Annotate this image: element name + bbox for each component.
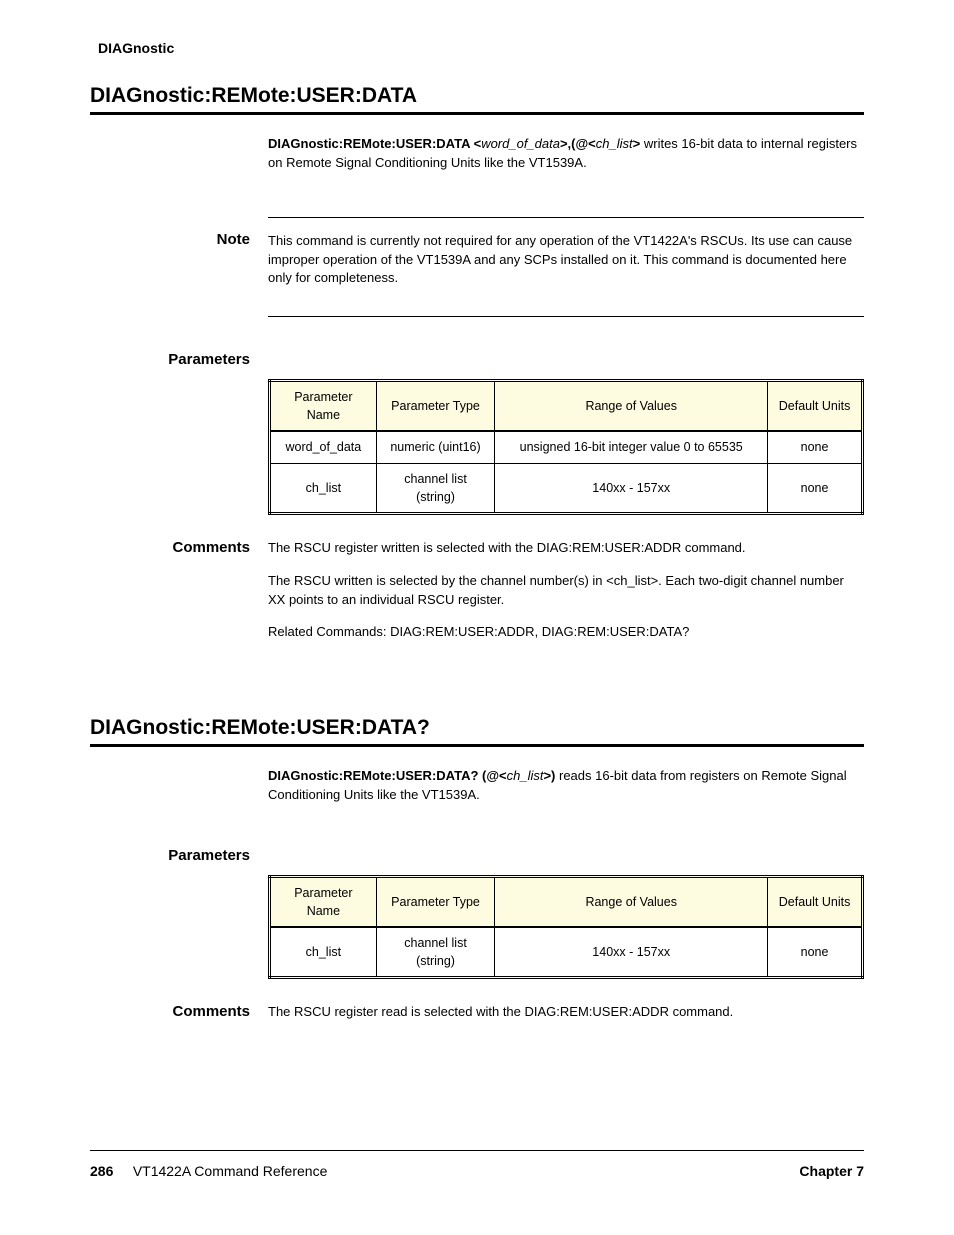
th: Range of Values [495, 876, 768, 927]
section-title-2: DIAGnostic:REMote:USER:DATA? [90, 716, 864, 747]
footer-rule [90, 1150, 864, 1151]
params-table-1: Parameter Name Parameter Type Range of V… [268, 379, 864, 515]
running-header: DIAGnostic [98, 40, 864, 56]
syntax2-b1: DIAGnostic:REMote:USER:DATA? (@< [268, 768, 507, 783]
td: none [768, 927, 863, 978]
syntax1-i1: word_of_data [481, 136, 560, 151]
comment-text: The RSCU register written is selected wi… [268, 539, 864, 558]
params-label-1: Parameters [90, 351, 268, 368]
params-row-1: Parameters Parameter Name Parameter Type… [90, 351, 864, 539]
note-box: This command is currently not required f… [268, 217, 864, 318]
syntax-row-2: DIAGnostic:REMote:USER:DATA? (@<ch_list>… [90, 767, 864, 823]
table-header-row: Parameter Name Parameter Type Range of V… [270, 381, 863, 432]
th: Parameter Name [270, 381, 377, 432]
table-header-row: Parameter Name Parameter Type Range of V… [270, 876, 863, 927]
td: channel list (string) [376, 927, 495, 978]
td: ch_list [270, 927, 377, 978]
comment-text: The RSCU register read is selected with … [268, 1003, 864, 1022]
th: Parameter Type [376, 876, 495, 927]
syntax2-b2: >) [543, 768, 555, 783]
footer-right-text: Chapter 7 [799, 1163, 864, 1179]
th: Parameter Type [376, 381, 495, 432]
note-label: Note [90, 217, 268, 248]
td: none [768, 431, 863, 463]
syntax1-i2: ch_list [596, 136, 633, 151]
footer: 286 VT1422A Command Reference Chapter 7 [90, 1163, 864, 1179]
table-row: ch_list channel list (string) 140xx - 15… [270, 463, 863, 513]
th: Parameter Name [270, 876, 377, 927]
params-label-2: Parameters [90, 847, 268, 864]
comments-label-2: Comments [90, 1003, 268, 1020]
td: numeric (uint16) [376, 431, 495, 463]
td: ch_list [270, 463, 377, 513]
note-text: This command is currently not required f… [268, 233, 852, 286]
params-table-2: Parameter Name Parameter Type Range of V… [268, 875, 864, 980]
td: none [768, 463, 863, 513]
footer-left-text: VT1422A Command Reference [133, 1163, 328, 1179]
th: Default Units [768, 876, 863, 927]
th: Default Units [768, 381, 863, 432]
comments-row-2: Comments The RSCU register read is selec… [90, 1003, 864, 1036]
section-title-1: DIAGnostic:REMote:USER:DATA [90, 84, 864, 115]
comment-text: The RSCU written is selected by the chan… [268, 572, 864, 610]
page-number: 286 [90, 1163, 113, 1179]
th: Range of Values [495, 381, 768, 432]
note-row: Note This command is currently not requi… [90, 217, 864, 342]
td: 140xx - 157xx [495, 463, 768, 513]
syntax1-b1: DIAGnostic:REMote:USER:DATA < [268, 136, 481, 151]
td: 140xx - 157xx [495, 927, 768, 978]
comment-text: Related Commands: DIAG:REM:USER:ADDR, DI… [268, 623, 864, 642]
comments-label-1: Comments [90, 539, 268, 556]
syntax-row-1: DIAGnostic:REMote:USER:DATA <word_of_dat… [90, 135, 864, 191]
td: unsigned 16-bit integer value 0 to 65535 [495, 431, 768, 463]
params-row-2: Parameters Parameter Name Parameter Type… [90, 847, 864, 1004]
td: word_of_data [270, 431, 377, 463]
comments-row-1: Comments The RSCU register written is se… [90, 539, 864, 656]
table-row: word_of_data numeric (uint16) unsigned 1… [270, 431, 863, 463]
syntax1-b2: >,(@< [560, 136, 596, 151]
table-row: ch_list channel list (string) 140xx - 15… [270, 927, 863, 978]
td: channel list (string) [376, 463, 495, 513]
syntax2-i1: ch_list [507, 768, 544, 783]
